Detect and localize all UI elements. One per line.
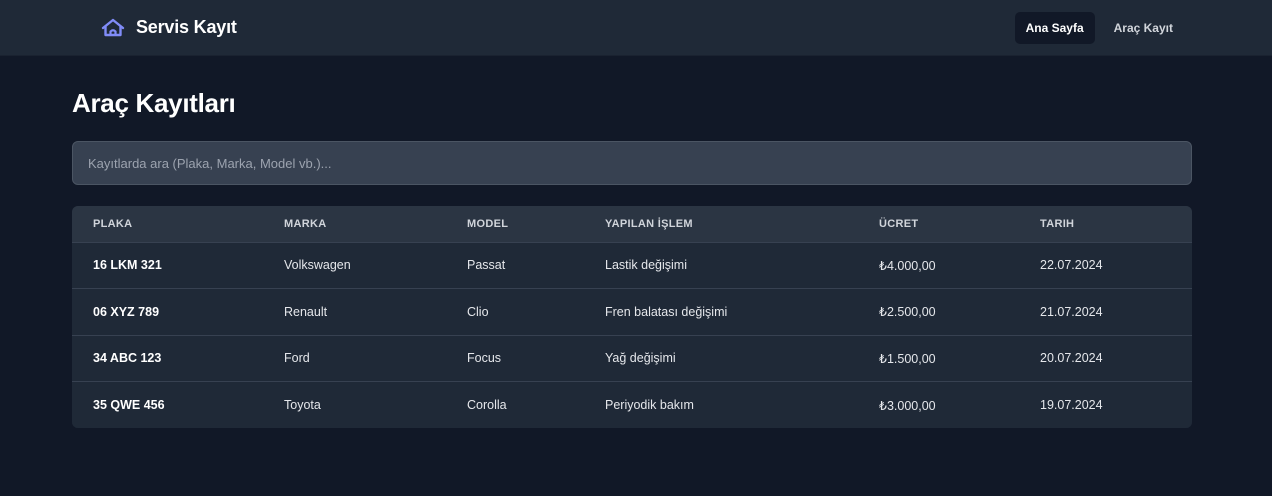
cell-brand: Volkswagen (284, 258, 351, 273)
brand[interactable]: Servis Kayıt (100, 15, 237, 41)
nav-link-home[interactable]: Ana Sayfa (1014, 11, 1095, 44)
navbar: Servis Kayıt Ana Sayfa Araç Kayıt (0, 0, 1272, 56)
cell-date: 19.07.2024 (1040, 398, 1103, 412)
table-row[interactable]: 35 QWE 456 Toyota Corolla Periyodik bakı… (72, 381, 1192, 428)
table-row[interactable]: 34 ABC 123 Ford Focus Yağ değişimi ₺1.50… (72, 335, 1192, 382)
cell-model: Corolla (467, 398, 507, 412)
cell-plate: 35 QWE 456 (93, 398, 165, 412)
table-row[interactable]: 16 LKM 321 Volkswagen Passat Lastik deği… (72, 242, 1192, 289)
table-row[interactable]: 06 XYZ 789 Renault Clio Fren balatası de… (72, 288, 1192, 335)
search-input[interactable] (72, 141, 1192, 185)
cell-plate: 16 LKM 321 (93, 258, 162, 273)
cell-brand: Toyota (284, 398, 321, 412)
records-table: PLAKA MARKA MODEL YAPILAN İŞLEM ÜCRET TA… (72, 206, 1192, 428)
cell-plate: 06 XYZ 789 (93, 304, 160, 319)
column-header-date: TARIH (1040, 217, 1075, 230)
cell-brand: Ford (284, 351, 310, 366)
main-content: Araç Kayıtları PLAKA MARKA MODEL YAPILAN… (0, 56, 1272, 428)
column-header-model: MODEL (467, 217, 509, 230)
column-header-brand: MARKA (284, 217, 327, 230)
cell-model: Passat (467, 258, 506, 273)
cell-brand: Renault (284, 304, 328, 319)
cell-fee: ₺2.500,00 (879, 305, 936, 320)
cell-plate: 34 ABC 123 (93, 351, 162, 366)
cell-date: 20.07.2024 (1040, 351, 1103, 366)
brand-title: Servis Kayıt (136, 17, 237, 37)
cell-operation: Periyodik bakım (605, 398, 694, 412)
cell-operation: Fren balatası değişimi (605, 304, 728, 319)
cell-model: Focus (467, 351, 502, 366)
cell-operation: Lastik değişimi (605, 258, 687, 273)
column-header-fee: ÜCRET (879, 217, 919, 230)
cell-date: 22.07.2024 (1040, 258, 1103, 273)
cell-fee: ₺4.000,00 (879, 258, 936, 273)
table-header-row: PLAKA MARKA MODEL YAPILAN İŞLEM ÜCRET TA… (72, 206, 1192, 242)
cell-model: Clio (467, 304, 489, 319)
cell-operation: Yağ değişimi (605, 351, 676, 366)
home-icon (100, 15, 126, 41)
column-header-operation: YAPILAN İŞLEM (605, 217, 693, 230)
page-title: Araç Kayıtları (72, 88, 236, 118)
cell-fee: ₺3.000,00 (879, 398, 936, 413)
cell-date: 21.07.2024 (1040, 304, 1103, 319)
nav-link-vehicle-register[interactable]: Araç Kayıt (1103, 12, 1184, 44)
cell-fee: ₺1.500,00 (879, 351, 936, 366)
column-header-plate: PLAKA (93, 217, 133, 230)
nav-links: Ana Sayfa Araç Kayıt (1014, 11, 1184, 44)
